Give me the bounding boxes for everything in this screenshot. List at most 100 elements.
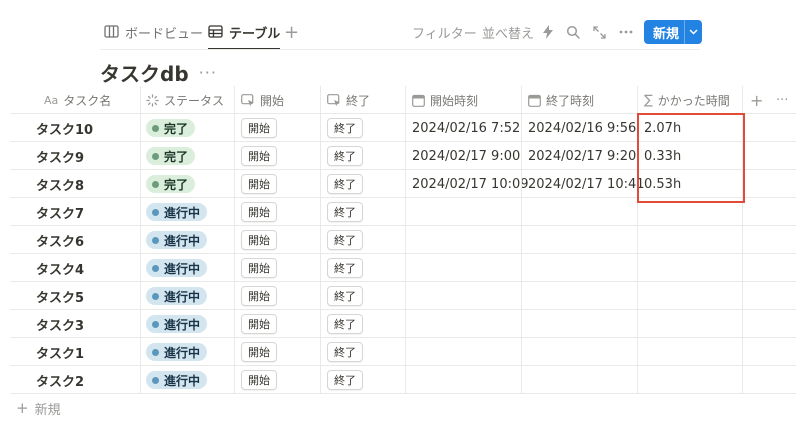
status-cell[interactable]: 進行中 <box>146 310 208 338</box>
start-button-cell[interactable]: 開始 <box>241 338 277 366</box>
status-badge[interactable]: 完了 <box>146 175 196 193</box>
end-time-cell[interactable]: 2024/02/17 9:20 <box>528 142 636 170</box>
status-cell[interactable]: 進行中 <box>146 338 208 366</box>
start-button[interactable]: 開始 <box>241 230 277 250</box>
start-button-cell[interactable]: 開始 <box>241 198 277 226</box>
new-button[interactable]: 新規 <box>644 20 702 44</box>
status-cell[interactable]: 完了 <box>146 142 196 170</box>
end-button[interactable]: 終了 <box>327 258 363 278</box>
start-time-cell[interactable]: 2024/02/17 9:00 <box>412 142 520 170</box>
task-name-cell[interactable]: タスク7 <box>36 198 84 226</box>
table-row[interactable]: タスク6 進行中 開始 終了 <box>0 226 800 254</box>
start-button-cell[interactable]: 開始 <box>241 142 277 170</box>
more-options-button[interactable] <box>619 14 633 50</box>
start-button-cell[interactable]: 開始 <box>241 282 277 310</box>
end-button[interactable]: 終了 <box>327 286 363 306</box>
end-button-cell[interactable]: 終了 <box>327 282 363 310</box>
end-button[interactable]: 終了 <box>327 230 363 250</box>
col-header-start-time[interactable]: 開始時刻 <box>406 86 478 114</box>
status-badge[interactable]: 進行中 <box>146 231 208 249</box>
end-button-cell[interactable]: 終了 <box>327 338 363 366</box>
add-row-button[interactable]: + 新規 <box>16 397 61 419</box>
start-button-cell[interactable]: 開始 <box>241 226 277 254</box>
status-cell[interactable]: 進行中 <box>146 366 208 394</box>
status-cell[interactable]: 完了 <box>146 114 196 142</box>
table-row[interactable]: タスク3 進行中 開始 終了 <box>0 310 800 338</box>
end-time-cell[interactable]: 2024/02/17 10:41 <box>528 170 645 198</box>
col-header-status[interactable]: ステータス <box>140 86 224 114</box>
end-time-cell[interactable]: 2024/02/16 9:56 <box>528 114 636 142</box>
add-column-button[interactable]: + <box>750 86 763 114</box>
status-cell[interactable]: 進行中 <box>146 254 208 282</box>
task-name-cell[interactable]: タスク3 <box>36 310 84 338</box>
task-name-cell[interactable]: タスク8 <box>36 170 84 198</box>
tab-table-view[interactable]: テーブル <box>208 14 281 50</box>
end-button[interactable]: 終了 <box>327 314 363 334</box>
start-button[interactable]: 開始 <box>241 146 277 166</box>
start-button[interactable]: 開始 <box>241 370 277 390</box>
table-row[interactable]: タスク4 進行中 開始 終了 <box>0 254 800 282</box>
col-header-end-time[interactable]: 終了時刻 <box>522 86 594 114</box>
col-header-duration[interactable]: ∑ かかった時間 <box>638 86 730 114</box>
start-button[interactable]: 開始 <box>241 258 277 278</box>
end-button[interactable]: 終了 <box>327 342 363 362</box>
add-view-button[interactable]: + <box>284 14 299 50</box>
start-button[interactable]: 開始 <box>241 118 277 138</box>
start-button-cell[interactable]: 開始 <box>241 254 277 282</box>
page-title[interactable]: タスクdb <box>100 58 189 87</box>
col-header-start[interactable]: 開始 <box>235 86 284 114</box>
end-button-cell[interactable]: 終了 <box>327 226 363 254</box>
status-badge[interactable]: 進行中 <box>146 259 208 277</box>
expand-button[interactable] <box>593 14 606 50</box>
start-button[interactable]: 開始 <box>241 202 277 222</box>
search-button[interactable] <box>566 14 580 50</box>
start-button-cell[interactable]: 開始 <box>241 310 277 338</box>
start-button[interactable]: 開始 <box>241 174 277 194</box>
task-name-cell[interactable]: タスク6 <box>36 226 84 254</box>
col-header-name[interactable]: Aa タスク名 <box>38 86 111 114</box>
start-button[interactable]: 開始 <box>241 314 277 334</box>
end-button-cell[interactable]: 終了 <box>327 170 363 198</box>
table-row[interactable]: タスク1 進行中 開始 終了 <box>0 338 800 366</box>
start-button-cell[interactable]: 開始 <box>241 114 277 142</box>
task-name-cell[interactable]: タスク1 <box>36 338 84 366</box>
start-time-cell[interactable]: 2024/02/16 7:52 <box>412 114 520 142</box>
end-button[interactable]: 終了 <box>327 146 363 166</box>
status-badge[interactable]: 進行中 <box>146 315 208 333</box>
status-badge[interactable]: 完了 <box>146 147 196 165</box>
task-name-cell[interactable]: タスク10 <box>36 114 93 142</box>
filter-button[interactable]: フィルター <box>412 14 477 50</box>
status-badge[interactable]: 完了 <box>146 119 196 137</box>
end-button-cell[interactable]: 終了 <box>327 254 363 282</box>
table-row[interactable]: タスク2 進行中 開始 終了 <box>0 366 800 394</box>
status-badge[interactable]: 進行中 <box>146 371 208 389</box>
chevron-down-icon[interactable] <box>685 29 702 35</box>
end-button[interactable]: 終了 <box>327 118 363 138</box>
tab-board-view[interactable]: ボードビュー <box>104 14 203 50</box>
end-button-cell[interactable]: 終了 <box>327 198 363 226</box>
automation-button[interactable] <box>542 14 554 50</box>
start-button[interactable]: 開始 <box>241 342 277 362</box>
status-cell[interactable]: 進行中 <box>146 282 208 310</box>
status-badge[interactable]: 進行中 <box>146 343 208 361</box>
end-button[interactable]: 終了 <box>327 174 363 194</box>
status-badge[interactable]: 進行中 <box>146 287 208 305</box>
task-name-cell[interactable]: タスク5 <box>36 282 84 310</box>
task-name-cell[interactable]: タスク9 <box>36 142 84 170</box>
sort-button[interactable]: 並べ替え <box>482 14 534 50</box>
end-button-cell[interactable]: 終了 <box>327 114 363 142</box>
column-more-button[interactable]: ··· <box>776 86 788 114</box>
table-row[interactable]: タスク5 進行中 開始 終了 <box>0 282 800 310</box>
status-cell[interactable]: 完了 <box>146 170 196 198</box>
status-cell[interactable]: 進行中 <box>146 226 208 254</box>
end-button-cell[interactable]: 終了 <box>327 366 363 394</box>
end-button-cell[interactable]: 終了 <box>327 310 363 338</box>
start-button[interactable]: 開始 <box>241 286 277 306</box>
start-button-cell[interactable]: 開始 <box>241 170 277 198</box>
end-button[interactable]: 終了 <box>327 370 363 390</box>
status-cell[interactable]: 進行中 <box>146 198 208 226</box>
task-name-cell[interactable]: タスク4 <box>36 254 84 282</box>
start-time-cell[interactable]: 2024/02/17 10:09 <box>412 170 529 198</box>
col-header-end[interactable]: 終了 <box>321 86 370 114</box>
start-button-cell[interactable]: 開始 <box>241 366 277 394</box>
